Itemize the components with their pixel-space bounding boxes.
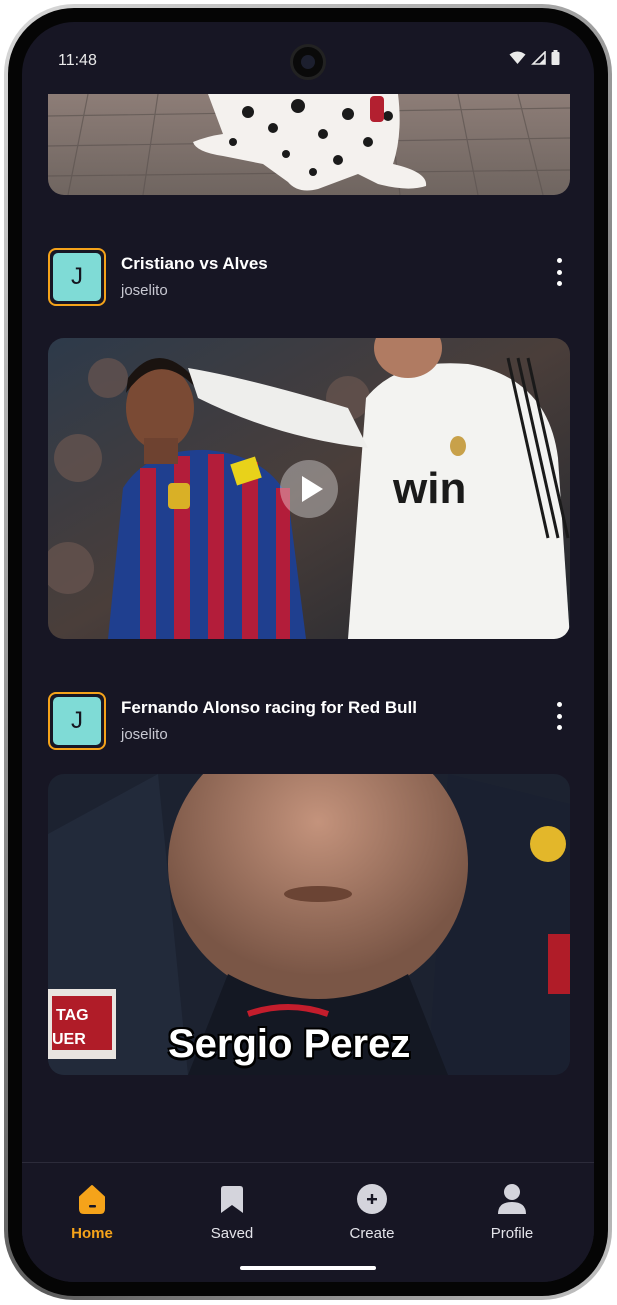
battery-icon — [551, 50, 560, 65]
front-camera — [290, 44, 326, 80]
status-icons — [509, 50, 560, 65]
nav-label-create: Create — [349, 1225, 395, 1242]
avatar[interactable]: J — [48, 248, 106, 306]
phone-bezel: 11:48 J Cristiano vs Alves joselito win … — [8, 8, 608, 1296]
nav-label-home: Home — [71, 1225, 113, 1242]
dalmatian-thumbnail — [48, 94, 570, 195]
svg-text:UER: UER — [52, 1031, 86, 1048]
home-indicator[interactable] — [240, 1266, 376, 1270]
post-header: J Fernando Alonso racing for Red Bull jo… — [48, 692, 570, 752]
avatar-letter: J — [53, 253, 101, 301]
svg-text:win: win — [392, 464, 466, 513]
post-title[interactable]: Cristiano vs Alves — [121, 254, 268, 274]
status-bar: 11:48 — [22, 22, 594, 90]
more-options-icon[interactable] — [554, 258, 564, 286]
post-header: J Cristiano vs Alves joselito — [48, 248, 570, 308]
nav-label-saved: Saved — [210, 1225, 254, 1242]
more-options-icon[interactable] — [554, 702, 564, 730]
svg-text:TAG: TAG — [56, 1007, 89, 1024]
nav-create[interactable]: Create — [322, 1183, 422, 1242]
post-title[interactable]: Fernando Alonso racing for Red Bull — [121, 698, 417, 718]
avatar-letter: J — [53, 697, 101, 745]
phone-frame: 11:48 J Cristiano vs Alves joselito win … — [4, 4, 612, 1300]
play-button[interactable] — [280, 459, 338, 518]
add-circle-icon — [357, 1184, 387, 1214]
status-time: 11:48 — [58, 52, 97, 69]
signal-icon — [531, 50, 546, 65]
previous-post-media[interactable] — [48, 94, 570, 195]
home-icon — [79, 1185, 105, 1214]
nav-saved[interactable]: Saved — [182, 1183, 282, 1242]
nav-label-profile: Profile — [490, 1225, 534, 1242]
post-video[interactable]: win — [48, 338, 570, 639]
avatar[interactable]: J — [48, 692, 106, 750]
video-caption: Sergio Perez — [168, 1022, 411, 1066]
post-username[interactable]: joselito — [121, 726, 168, 743]
bottom-navigation: Home Saved Create Profile — [22, 1162, 594, 1282]
post-video[interactable]: TAG UER Sergio Perez — [48, 774, 570, 1075]
post-username[interactable]: joselito — [121, 282, 168, 299]
bookmark-icon — [221, 1186, 243, 1213]
person-icon — [498, 1184, 526, 1214]
wifi-icon — [509, 51, 526, 64]
app-screen: 11:48 J Cristiano vs Alves joselito win … — [22, 22, 594, 1282]
nav-home[interactable]: Home — [42, 1183, 142, 1242]
nav-profile[interactable]: Profile — [462, 1183, 562, 1242]
